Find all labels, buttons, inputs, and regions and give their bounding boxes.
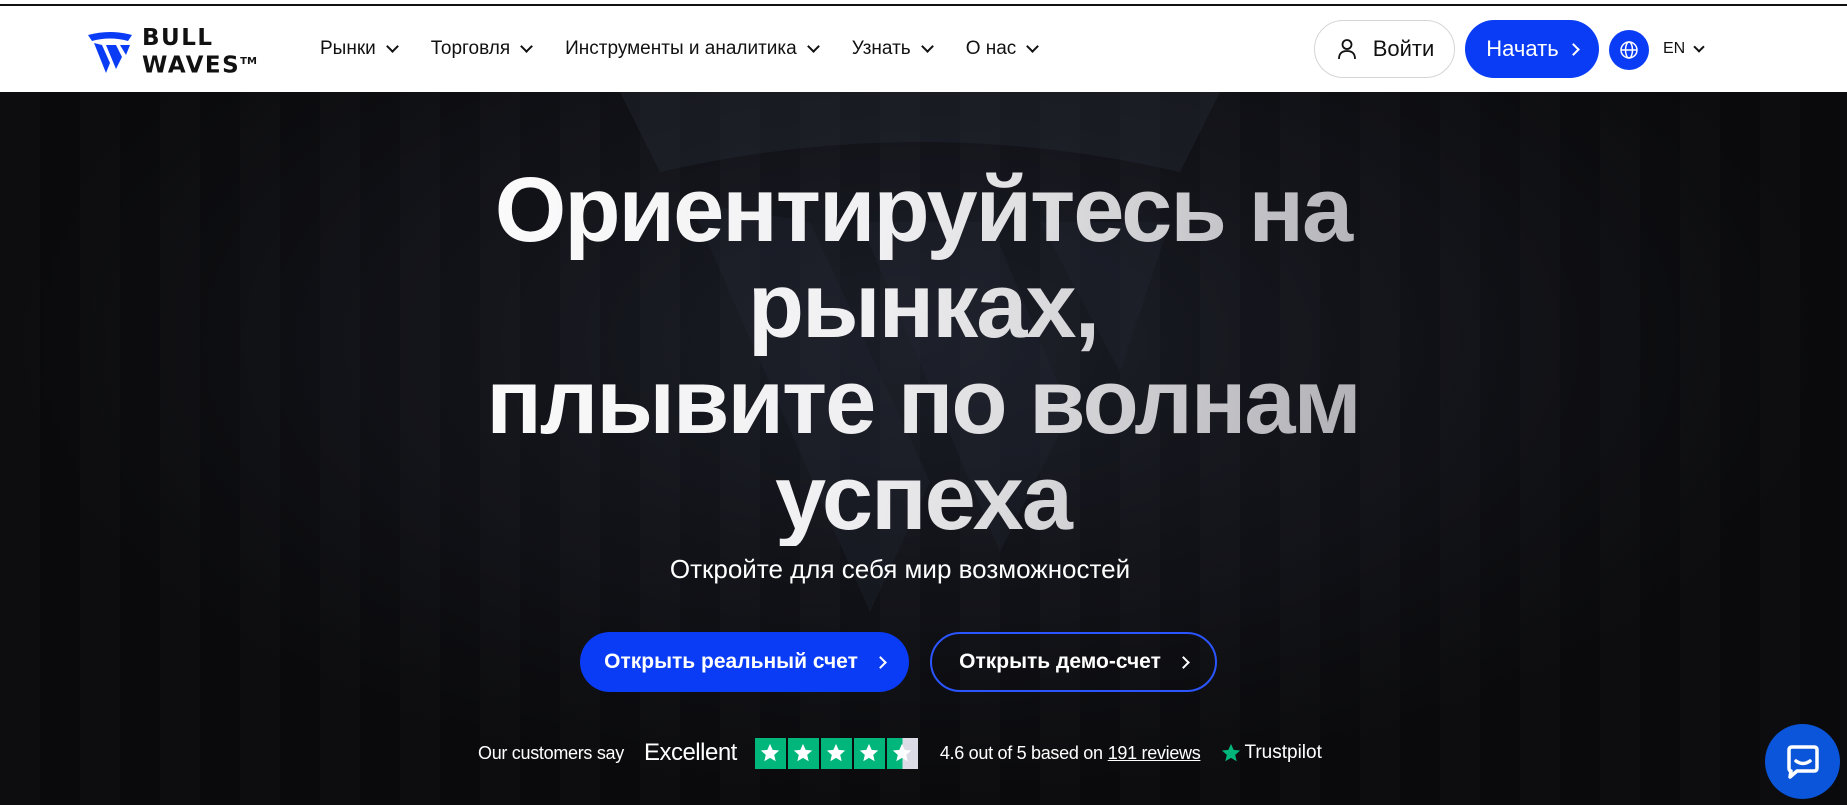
user-icon [1337, 39, 1356, 60]
nav-item-markets[interactable]: Рынки [320, 38, 399, 60]
star-icon [853, 737, 885, 769]
chevron-right-icon [873, 655, 887, 669]
hero-subtitle: Откройте для себя мир возможностей [669, 554, 1131, 584]
nav-item-trading[interactable]: Торговля [430, 38, 533, 60]
chevron-down-icon [1693, 40, 1705, 53]
hero-title-line1: Ориентируйтесь на [494, 159, 1352, 261]
open-demo-account-button[interactable]: Открыть демо-счет [930, 632, 1217, 692]
trustpilot-stars [754, 737, 920, 769]
start-label: Начать [1486, 36, 1559, 61]
language-globe-button[interactable] [1609, 30, 1649, 70]
half-star-icon [886, 737, 918, 769]
hero-title-line3: плывите по волнам [486, 351, 1360, 453]
star-icon [787, 737, 819, 769]
chevron-down-icon [920, 40, 934, 53]
open-real-account-button[interactable]: Открыть реальный счет [580, 632, 909, 692]
chevron-right-icon [1566, 42, 1580, 56]
hero-title: Ориентируйтесь на рынках, плывите по вол… [323, 162, 1523, 546]
brand-line1: BULL [142, 25, 214, 51]
nav-item-label: О нас [965, 38, 1017, 59]
login-button[interactable]: Войти [1314, 20, 1455, 78]
chevron-down-icon [1026, 40, 1040, 53]
chevron-down-icon [385, 40, 399, 53]
chevron-right-icon [1177, 655, 1190, 669]
site-header: BULL WAVESTM Рынки Торговля Инструменты … [0, 6, 1847, 92]
trustpilot-logo[interactable]: Trustpilot [1220, 742, 1322, 764]
trustpilot-widget[interactable]: Our customers say Excellent 4.6 out of 5… [478, 737, 1322, 769]
nav-item-label: Инструменты и аналитика [565, 38, 797, 59]
chevron-down-icon [806, 40, 820, 53]
nav-item-tools[interactable]: Инструменты и аналитика [565, 38, 820, 60]
brand-tm: TM [240, 56, 257, 67]
open-real-account-label: Открыть реальный счет [604, 650, 858, 673]
brand-wordmark: BULL WAVESTM [142, 26, 257, 78]
nav-item-label: Рынки [320, 38, 376, 59]
trustpilot-rating-word: Excellent [643, 739, 737, 766]
globe-icon [1620, 41, 1638, 59]
nav-item-label: Узнать [851, 38, 911, 59]
language-label: EN [1663, 40, 1686, 57]
trustpilot-brand: Trustpilot [1244, 742, 1322, 763]
trustpilot-star-icon [1222, 743, 1241, 762]
brand-line2: WAVES [142, 52, 241, 79]
brand-logo[interactable]: BULL WAVESTM [86, 26, 257, 78]
trustpilot-rating-text: 4.6 out of 5 based on [939, 742, 1103, 763]
hero-title-line4: успеха [775, 447, 1071, 549]
login-label: Войти [1372, 36, 1435, 61]
trustpilot-reviews-link[interactable]: 191 reviews [1108, 743, 1201, 764]
bull-waves-logo-icon [88, 31, 132, 73]
nav-item-label: Торговля [430, 38, 511, 59]
chat-bubble-icon [1786, 744, 1819, 779]
trustpilot-intro: Our customers say [478, 742, 624, 763]
chevron-down-icon [520, 40, 533, 53]
nav-item-about[interactable]: О нас [965, 38, 1040, 60]
nav-item-learn[interactable]: Узнать [851, 38, 934, 60]
hero-section: Ориентируйтесь на рынках, плывите по вол… [0, 92, 1847, 805]
start-button[interactable]: Начать [1465, 20, 1599, 78]
hero-title-line2: рынках, [747, 255, 1099, 357]
star-icon [820, 737, 852, 769]
open-demo-account-label: Открыть демо-счет [959, 650, 1161, 673]
star-icon [754, 737, 786, 769]
language-selector[interactable]: EN [1663, 36, 1705, 62]
chat-widget-button[interactable] [1765, 724, 1840, 799]
main-nav: Рынки Торговля Инструменты и аналитика У… [320, 6, 1071, 92]
